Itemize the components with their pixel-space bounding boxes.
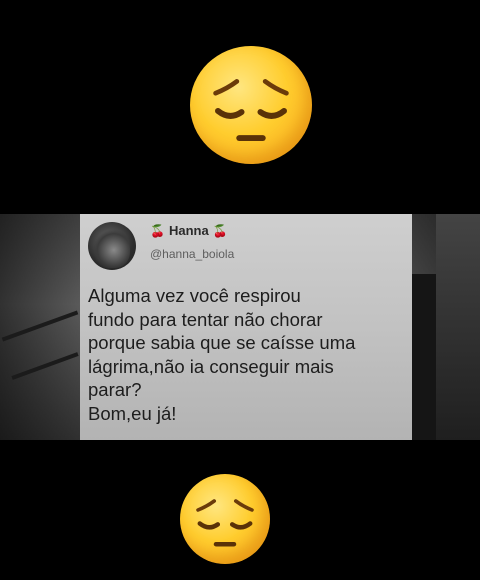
avatar[interactable]	[88, 222, 136, 270]
cherry-icon: 🍒	[212, 223, 228, 238]
tweet-text: Alguma vez você respirou fundo para tent…	[88, 285, 356, 424]
user-handle: @hanna_boiola	[150, 247, 235, 261]
pensive-face-icon	[180, 474, 270, 564]
pensive-face-icon	[190, 46, 312, 164]
tweet-author[interactable]: 🍒 Hanna 🍒	[150, 223, 228, 238]
display-name: Hanna	[168, 223, 209, 238]
cherry-icon: 🍒	[150, 223, 165, 238]
tweet-screenshot: 🍒 Hanna 🍒 @hanna_boiola Alguma vez você …	[80, 214, 412, 440]
